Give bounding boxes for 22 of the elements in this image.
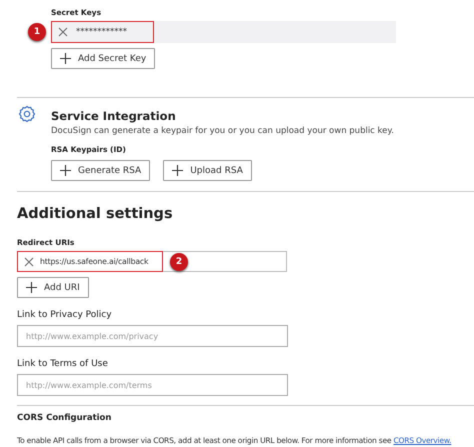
description-text: DocuSign can generate a keypair for you or you can upload your own public key. (51, 126, 394, 136)
input-field[interactable]: http://www.example.com/terms (17, 374, 288, 396)
section-heading: Additional settings (17, 206, 173, 222)
add-button[interactable]: Upload RSA (163, 160, 252, 181)
step-badge: 1 (28, 23, 46, 41)
add-uri-button[interactable]: Add URI (17, 277, 89, 298)
plus-icon (26, 282, 37, 293)
add-secret-key-button[interactable]: Add Secret Key (51, 48, 156, 69)
remove-icon[interactable] (58, 27, 68, 37)
step-badge: 2 (170, 253, 188, 271)
add-button[interactable]: Generate RSA (51, 160, 150, 181)
field-label: Link to Terms of Use (17, 359, 108, 369)
field-value: ************ (76, 27, 127, 37)
plus-icon (60, 53, 71, 64)
settings-icon (17, 104, 37, 124)
section-title: Service Integration (51, 109, 176, 123)
remove-icon[interactable] (24, 256, 34, 266)
input-field[interactable]: http://www.example.com/privacy (17, 325, 288, 347)
section-title: CORS Configuration (17, 413, 112, 423)
plus-icon (60, 165, 71, 176)
field-label: Link to Privacy Policy (17, 310, 112, 320)
plus-icon (172, 165, 184, 176)
